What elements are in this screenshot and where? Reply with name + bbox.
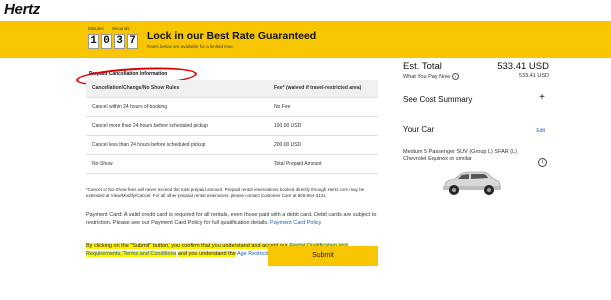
timer-digit: 3: [114, 34, 125, 49]
hertz-logo[interactable]: Hertz: [4, 1, 40, 18]
summary-panel: Est. Total 533.41 USD What You Pay Now i…: [395, 58, 611, 300]
payment-card-policy-link[interactable]: Payment Card Policy: [270, 220, 321, 226]
column-header-fee: Fee* (waived if travel-restricted area): [268, 80, 378, 97]
column-header-rules: Cancellation/Change/No Show Rules: [86, 80, 268, 97]
edit-car-link[interactable]: Edit: [536, 128, 545, 134]
timer-seconds-label: Seconds: [112, 26, 130, 31]
top-bar: Hertz: [0, 0, 611, 21]
fee-cell: 100.00 USD: [268, 115, 378, 135]
fee-cell: No Fee: [268, 96, 378, 116]
table-row: Cancel within 24 hours of booking No Fee: [86, 96, 378, 116]
timer-labels: Minutes Seconds: [88, 26, 146, 31]
timer-digit: 1: [88, 34, 99, 49]
rule-cell: Cancel more than 24 hours before schedul…: [86, 115, 268, 135]
car-info-icon[interactable]: i: [538, 158, 547, 167]
fee-cell: Total Prepaid Amount: [268, 153, 378, 174]
car-description: Medium 5 Passenger SUV (Group L) SFAR (L…: [403, 149, 518, 162]
banner-title: Lock in our Best Rate Guaranteed: [147, 30, 317, 42]
est-total-label: Est. Total: [403, 61, 442, 72]
timer-minutes-label: Minutes: [88, 26, 104, 31]
payment-text: Payment Card: A valid credit card is req…: [86, 212, 377, 226]
rule-cell: Cancel within 24 hours of booking: [86, 96, 268, 116]
payment-card-note: Payment Card: A valid credit card is req…: [86, 212, 380, 227]
pay-now-row: What You Pay Now i: [403, 73, 459, 80]
car-image: [443, 171, 501, 195]
rule-cell: Cancel less than 24 hours before schedul…: [86, 134, 268, 154]
expand-plus-icon[interactable]: +: [539, 92, 545, 103]
rule-cell: No-Show: [86, 153, 268, 174]
see-cost-summary[interactable]: See Cost Summary: [403, 95, 472, 104]
table-header-row: Cancellation/Change/No Show Rules Fee* (…: [86, 80, 378, 97]
your-car-heading: Your Car: [403, 125, 435, 134]
banner-subtitle: Rates below are available for a limited …: [147, 44, 235, 49]
timer-digit: 7: [127, 34, 138, 49]
timer-digit: 0: [101, 34, 112, 49]
cancellation-table: Cancellation/Change/No Show Rules Fee* (…: [86, 80, 378, 174]
pay-now-amount: 533.41 USD: [519, 73, 549, 79]
table-row: Cancel less than 24 hours before schedul…: [86, 134, 378, 154]
pay-now-label: What You Pay Now: [403, 73, 451, 80]
table-row: Cancel more than 24 hours before schedul…: [86, 115, 378, 135]
fee-cell: 200.00 USD: [268, 134, 378, 154]
timer-digits: 1 0 3 7: [88, 34, 138, 49]
info-icon[interactable]: i: [451, 73, 459, 80]
table-row: No-Show Total Prepaid Amount: [86, 153, 378, 174]
rate-lock-banner: Minutes Seconds 1 0 3 7 Lock in our Best…: [0, 21, 611, 58]
est-total-amount: 533.41 USD: [497, 61, 549, 72]
submit-button[interactable]: Submit: [268, 246, 378, 266]
terms-prefix: By clicking on the "Submit" button, you …: [86, 243, 288, 249]
terms-middle: and you understand the: [177, 250, 236, 257]
countdown-timer: Minutes Seconds 1 0 3 7: [88, 26, 146, 54]
fee-note: *Cancel or No-Show fees will never excee…: [86, 187, 365, 198]
